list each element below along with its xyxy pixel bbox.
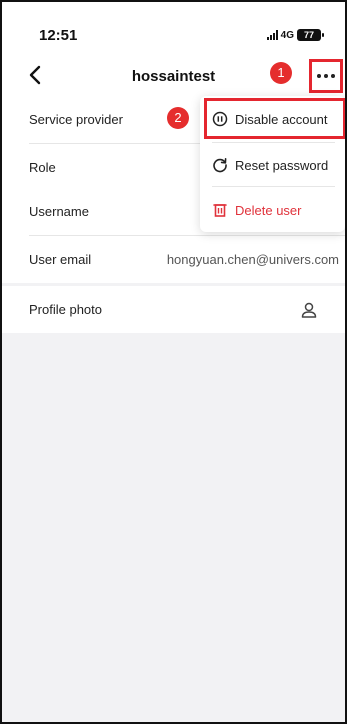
profile-section: Profile photo — [2, 286, 345, 333]
menu-divider — [212, 142, 335, 143]
username-label: Username — [29, 204, 89, 219]
service-provider-label: Service provider — [29, 112, 123, 127]
reset-password-label: Reset password — [235, 157, 329, 173]
more-horizontal-icon — [317, 74, 321, 78]
user-email-row[interactable]: User email hongyuan.chen@univers.com — [2, 236, 345, 283]
user-email-value: hongyuan.chen@univers.com — [166, 252, 339, 267]
refresh-icon — [213, 157, 227, 173]
profile-photo-row[interactable]: Profile photo — [2, 286, 345, 333]
annotation-highlight-box — [204, 98, 345, 139]
more-options-button[interactable] — [309, 59, 343, 93]
status-time: 12:51 — [39, 27, 78, 44]
app-screen: 12:51 4G 77 hossaintest 1 Service provid… — [0, 0, 347, 724]
status-bar: 12:51 4G 77 — [2, 2, 345, 64]
status-indicators: 4G 77 — [266, 29, 324, 41]
callout-badge-1: 1 — [270, 62, 292, 84]
role-label: Role — [29, 160, 56, 175]
callout-badge-2: 2 — [167, 107, 189, 129]
trash-icon — [213, 204, 227, 217]
delete-user-menu-item[interactable]: Delete user — [200, 189, 345, 231]
nav-bar: hossaintest 1 — [2, 56, 345, 96]
network-type: 4G — [280, 29, 294, 41]
delete-user-label: Delete user — [235, 202, 302, 218]
menu-divider — [212, 186, 335, 187]
profile-photo-label: Profile photo — [29, 302, 102, 317]
user-email-label: User email — [29, 252, 92, 267]
battery-icon: 77 — [297, 29, 324, 41]
signal-icon — [266, 30, 278, 40]
page-title: hossaintest — [131, 68, 216, 85]
person-icon[interactable] — [300, 301, 318, 319]
reset-password-menu-item[interactable]: Reset password — [200, 144, 345, 186]
